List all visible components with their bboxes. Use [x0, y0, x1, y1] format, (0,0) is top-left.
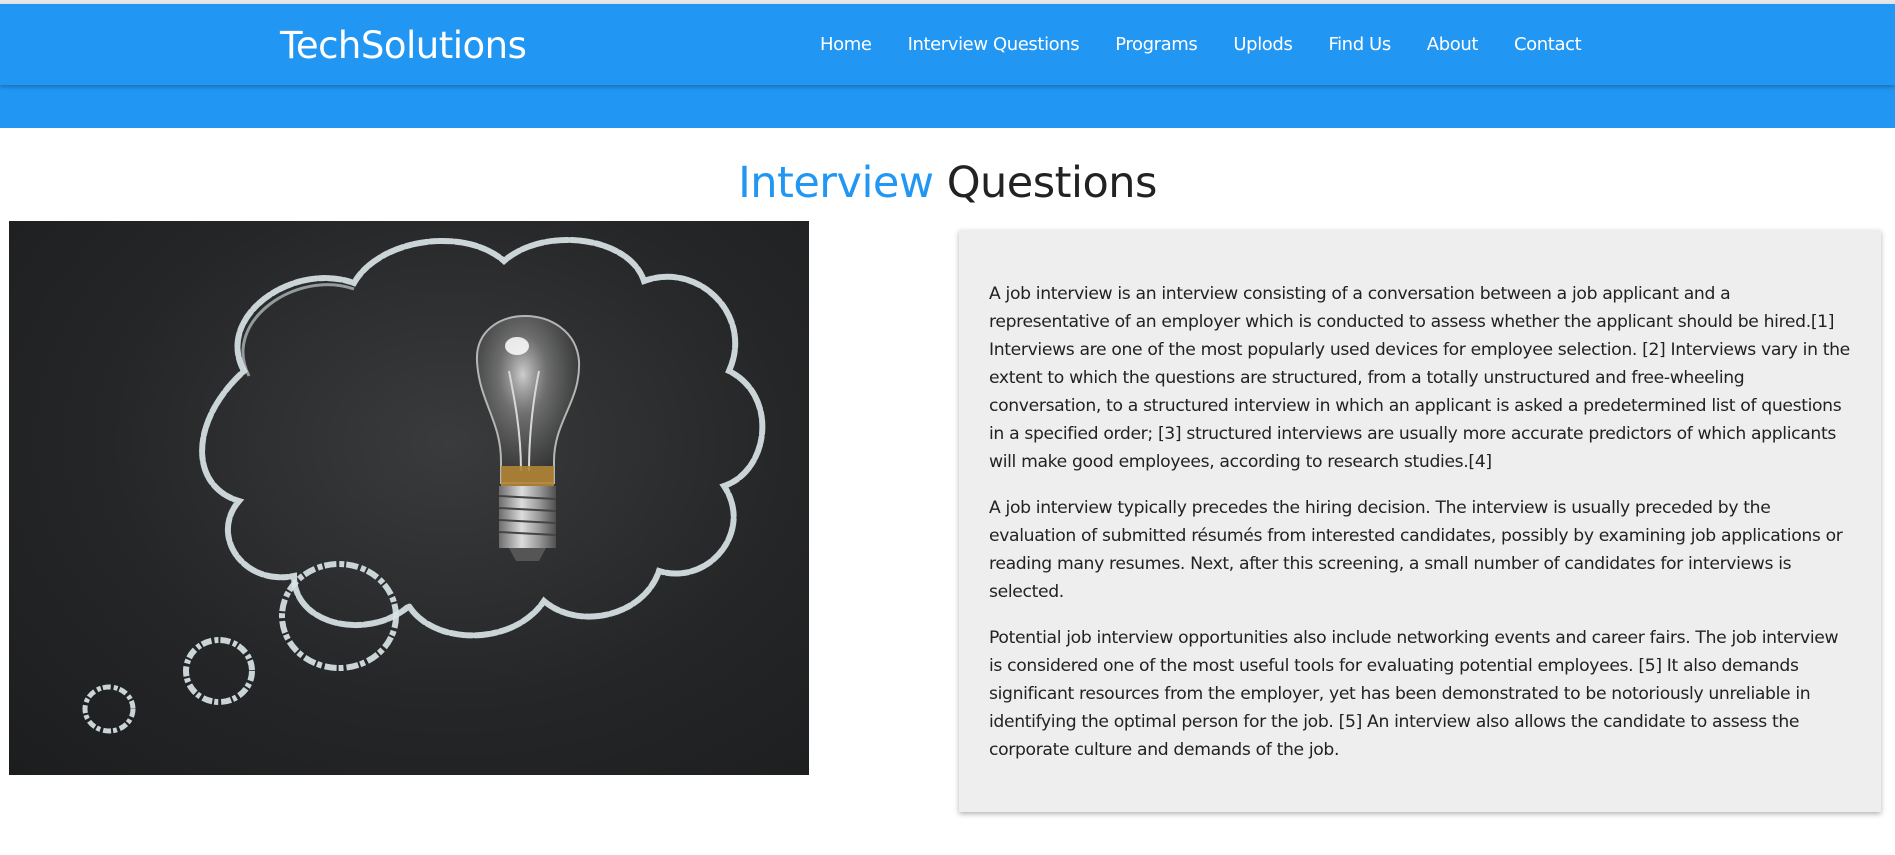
nav-uplods[interactable]: Uplods: [1233, 34, 1292, 55]
navbar: TechSolutions Home Interview Questions P…: [0, 4, 1895, 85]
chalkboard-lightbulb-icon: [82, 237, 766, 734]
nav-find-us[interactable]: Find Us: [1328, 34, 1391, 55]
nav-about[interactable]: About: [1427, 34, 1479, 55]
brand-logo[interactable]: TechSolutions: [280, 24, 527, 67]
paragraph-1: A job interview is an interview consisti…: [989, 284, 1850, 472]
page-title-rest: Questions: [946, 158, 1158, 208]
paragraph-2: A job interview typically precedes the h…: [989, 498, 1843, 602]
page-title: Interview Questions: [0, 158, 1895, 208]
chalkboard-lightbulb-image: [9, 221, 809, 775]
nav-links: Home Interview Questions Programs Uplods…: [820, 34, 1617, 55]
nav-contact[interactable]: Contact: [1514, 34, 1582, 55]
description-card: A job interview is an interview consisti…: [959, 230, 1881, 812]
nav-interview-questions[interactable]: Interview Questions: [908, 34, 1080, 55]
nav-home[interactable]: Home: [820, 34, 872, 55]
paragraph-3: Potential job interview opportunities al…: [989, 628, 1839, 760]
page-title-accent: Interview: [738, 158, 934, 208]
nav-programs[interactable]: Programs: [1115, 34, 1198, 55]
